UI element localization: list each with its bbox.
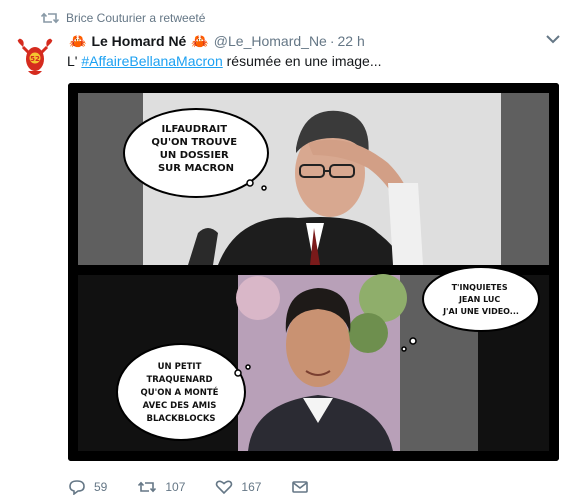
bubble2-line: J'AI UNE VIDEO... <box>442 307 519 316</box>
bubble3-line: BLACKBLOCKS <box>146 414 215 424</box>
comic-image: ILFAUDRAIT QU'ON TROUVE UN DOSSIER SUR M… <box>68 83 559 461</box>
bubble1-line: QU'ON TROUVE <box>151 137 237 148</box>
thought-bubble-1: ILFAUDRAIT QU'ON TROUVE UN DOSSIER SUR M… <box>123 108 269 198</box>
tweet-timestamp[interactable]: 22 h <box>338 33 365 49</box>
tweet-text-prefix: L' <box>67 53 78 69</box>
like-count: 167 <box>241 480 262 494</box>
tweet-header: 🦀 Le Homard Né 🦀 @Le_Homard_Ne · 22 h <box>67 30 534 52</box>
author-handle[interactable]: @Le_Homard_Ne <box>214 33 327 49</box>
retweet-icon <box>138 481 157 493</box>
retweet-text: Brice Couturier a retweeté <box>66 11 206 25</box>
crab-emoji-left: 🦀 <box>69 32 87 49</box>
tweet-media-image[interactable]: ILFAUDRAIT QU'ON TROUVE UN DOSSIER SUR M… <box>68 83 559 461</box>
retweet-context[interactable]: Brice Couturier a retweeté <box>40 9 205 27</box>
crab-emoji-right: 🦀 <box>191 32 209 49</box>
tweet-actions: 59 107 167 <box>68 476 347 498</box>
retweet-button[interactable]: 107 <box>137 479 185 495</box>
bubble2-line: JEAN LUC <box>458 295 500 304</box>
bubble1-line: SUR MACRON <box>158 163 234 174</box>
bubble3-line: QU'ON A MONTÉ <box>141 386 219 398</box>
hashtag-link[interactable]: #AffaireBellanaMacron <box>81 53 222 69</box>
separator-dot: · <box>329 33 335 49</box>
bubble3-line: TRAQUENARD <box>146 375 212 385</box>
reply-count: 59 <box>94 480 108 494</box>
reply-icon <box>69 480 85 495</box>
bubble2-line: T'INQUIETES <box>452 283 508 292</box>
chevron-down-icon[interactable] <box>546 34 560 44</box>
bubble3-line: UN PETIT <box>158 362 202 372</box>
young-man-photo <box>236 274 407 451</box>
tweet-text: L' #AffaireBellanaMacron résumée en une … <box>67 53 382 69</box>
lobster-logo-icon: 52 <box>11 33 59 81</box>
retweet-icon <box>40 12 60 24</box>
envelope-icon <box>292 481 309 493</box>
retweet-count: 107 <box>165 480 186 494</box>
avatar[interactable]: 52 <box>11 33 59 81</box>
bubble1-line: ILFAUDRAIT <box>161 124 227 135</box>
heart-icon <box>216 480 233 495</box>
tweet-text-suffix: résumée en une image... <box>226 53 382 69</box>
like-button[interactable]: 167 <box>215 479 261 495</box>
reply-button[interactable]: 59 <box>68 479 107 495</box>
avatar-badge: 52 <box>30 55 40 63</box>
bubble1-line: UN DOSSIER <box>160 150 229 161</box>
author-name[interactable]: Le Homard Né <box>91 33 186 49</box>
bubble3-line: AVEC DES AMIS <box>143 401 217 411</box>
message-button[interactable] <box>291 480 317 494</box>
